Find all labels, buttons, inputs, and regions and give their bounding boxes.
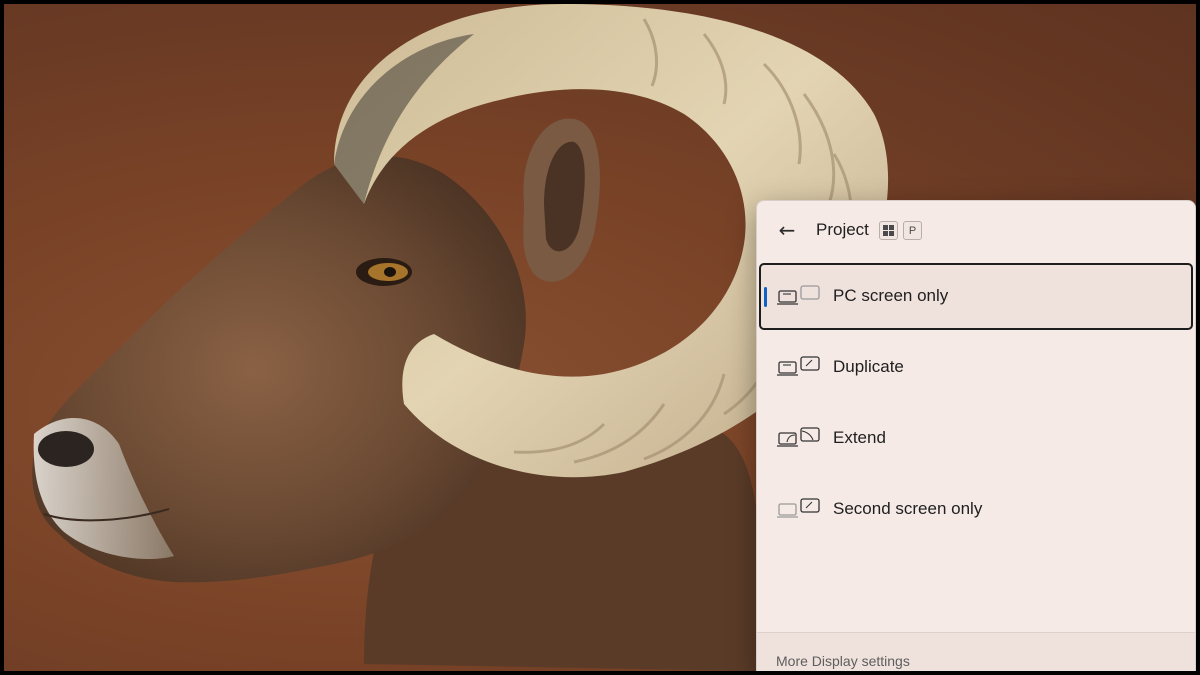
project-flyout: ← Project P PC screen only Duplicate Ext… xyxy=(756,200,1196,671)
more-display-settings-link[interactable]: More Display settings xyxy=(776,653,910,669)
back-arrow-icon[interactable]: ← xyxy=(771,215,803,245)
flyout-header: ← Project P xyxy=(757,201,1195,259)
shortcut-key-p: P xyxy=(903,221,922,240)
option-second-screen-only[interactable]: Second screen only xyxy=(759,476,1193,543)
option-label: Duplicate xyxy=(833,357,904,376)
flyout-title: Project xyxy=(816,220,869,239)
option-label: Second screen only xyxy=(833,499,983,518)
option-label: PC screen only xyxy=(833,286,949,305)
extend-icon xyxy=(777,427,820,447)
selected-indicator xyxy=(764,287,767,307)
option-extend[interactable]: Extend xyxy=(759,405,1193,472)
option-duplicate[interactable]: Duplicate xyxy=(759,334,1193,401)
option-label: Extend xyxy=(833,428,886,447)
windows-key-icon xyxy=(879,221,898,240)
second-screen-only-icon xyxy=(777,498,820,518)
option-pc-screen-only[interactable]: PC screen only xyxy=(759,263,1193,330)
flyout-footer: More Display settings xyxy=(757,632,1195,671)
duplicate-icon xyxy=(777,356,820,376)
pc-screen-only-icon xyxy=(777,285,820,305)
desktop-screen: ← Project P PC screen only Duplicate Ext… xyxy=(4,4,1196,671)
